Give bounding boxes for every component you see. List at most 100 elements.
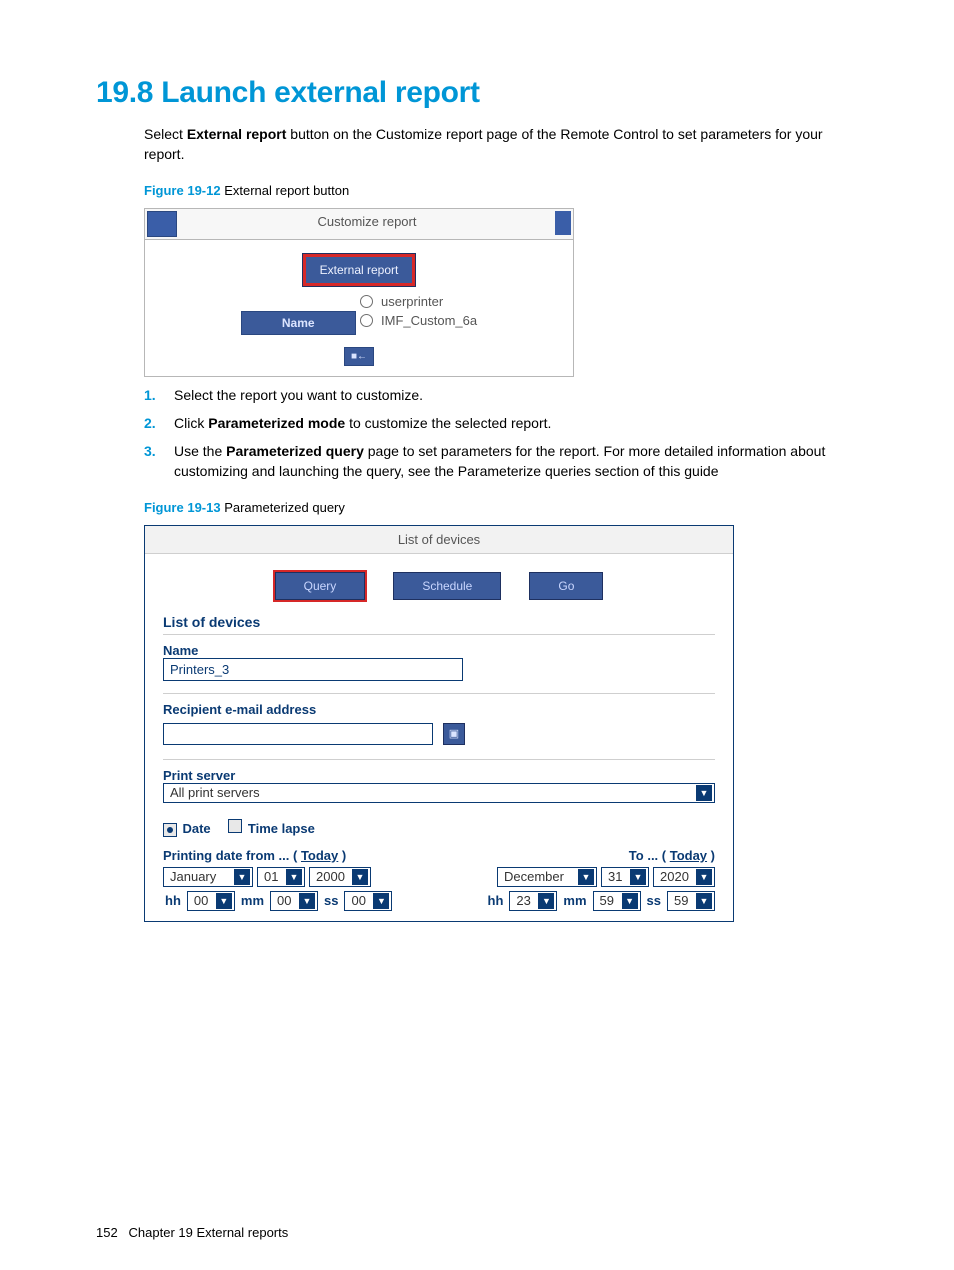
action-button-row: Query Schedule Go — [145, 572, 733, 600]
chevron-down-icon: ▼ — [234, 869, 250, 885]
to-ss-select[interactable]: 59 ▼ — [667, 891, 715, 911]
figure-number: Figure 19-13 — [144, 500, 221, 515]
name-label: Name — [163, 643, 715, 658]
list-of-devices-label: List of devices — [163, 614, 715, 630]
chevron-down-icon: ▼ — [578, 869, 594, 885]
chapter-label: Chapter 19 External reports — [129, 1225, 289, 1240]
step-bold: Parameterized query — [226, 443, 364, 459]
from-mm-value: 00 — [277, 893, 291, 908]
intro-pre: Select — [144, 126, 187, 142]
figure-number: Figure 19-12 — [144, 183, 221, 198]
print-server-value: All print servers — [170, 785, 260, 800]
to-hh-select[interactable]: 23▼ — [509, 891, 557, 911]
figure-caption-1: Figure 19-12 External report button — [144, 183, 858, 198]
step-pre: Click — [174, 415, 208, 431]
chevron-down-icon: ▼ — [622, 893, 638, 909]
from-year-value: 2000 — [316, 869, 345, 884]
figure-caption-2: Figure 19-13 Parameterized query — [144, 500, 858, 515]
go-button[interactable]: Go — [529, 572, 603, 600]
radio-icon[interactable] — [360, 295, 373, 308]
from-ss-select[interactable]: 00▼ — [344, 891, 392, 911]
to-month-select[interactable]: December ▼ — [497, 867, 597, 887]
from-mm-select[interactable]: 00 ▼ — [270, 891, 318, 911]
divider — [163, 759, 715, 760]
email-input[interactable] — [163, 723, 433, 745]
today-link[interactable]: Today — [670, 848, 707, 863]
to-mm-select[interactable]: 59 ▼ — [593, 891, 641, 911]
to-date-selects: December ▼ 31 ▼ 2020▼ — [486, 867, 715, 887]
date-radio-label: Date — [182, 821, 210, 836]
window-title: Customize report — [179, 209, 555, 239]
step-bold: Parameterized mode — [208, 415, 345, 431]
hh-label: hh — [165, 893, 181, 908]
chevron-down-icon: ▼ — [630, 869, 646, 885]
to-mm-value: 59 — [600, 893, 614, 908]
small-action-button[interactable]: ■← — [344, 347, 374, 366]
date-time-radio-group: Date Time lapse — [163, 819, 715, 838]
step-pre: Use the — [174, 443, 226, 459]
ss-label: ss — [324, 893, 338, 908]
email-row: ▣ — [163, 723, 715, 745]
date-range-row: Printing date from ... ( Today ) January… — [163, 848, 715, 911]
report-option-row[interactable]: userprinter — [360, 294, 477, 309]
date-radio[interactable] — [163, 823, 177, 837]
from-month-select[interactable]: January ▼ — [163, 867, 253, 887]
step-item: Select the report you want to customize. — [144, 385, 858, 405]
column-header-name: Name — [241, 311, 356, 335]
from-column: Printing date from ... ( Today ) January… — [163, 848, 392, 911]
figure-title: Parameterized query — [221, 500, 345, 515]
report-option-label: userprinter — [381, 294, 443, 309]
to-day-select[interactable]: 31 ▼ — [601, 867, 649, 887]
to-time-selects: hh 23▼ mm 59▼ ss 59▼ — [486, 891, 715, 911]
schedule-button[interactable]: Schedule — [393, 572, 501, 600]
from-hh-select[interactable]: 00▼ — [187, 891, 235, 911]
mm-label: mm — [241, 893, 264, 908]
from-label-prefix: Printing date from ... ( — [163, 848, 301, 863]
report-option-row[interactable]: IMF_Custom_6a — [360, 313, 477, 328]
address-book-icon[interactable]: ▣ — [443, 723, 465, 745]
screenshot-parameterized-query: List of devices Query Schedule Go List o… — [144, 525, 734, 922]
from-month-value: January — [170, 869, 216, 884]
step-item: Use the Parameterized query page to set … — [144, 441, 858, 482]
today-link[interactable]: Today — [301, 848, 338, 863]
to-month-value: December — [504, 869, 564, 884]
chevron-down-icon: ▼ — [299, 893, 315, 909]
report-option-label: IMF_Custom_6a — [381, 313, 477, 328]
from-time-selects: hh 00▼ mm 00▼ ss 00▼ — [163, 891, 392, 911]
to-label-prefix: To ... ( — [629, 848, 670, 863]
from-hh-value: 00 — [194, 893, 208, 908]
chevron-down-icon: ▼ — [696, 785, 712, 801]
print-server-select[interactable]: All print servers ▼ — [163, 783, 715, 803]
hh-label: hh — [488, 893, 504, 908]
from-year-select[interactable]: 2000 ▼ — [309, 867, 371, 887]
name-input[interactable]: Printers_3 — [163, 658, 463, 681]
report-radio-list: userprinter IMF_Custom_6a — [360, 290, 477, 332]
window-icon — [147, 211, 177, 237]
step-text: Select the report you want to customize. — [174, 387, 423, 403]
section-heading: 19.8 Launch external report — [96, 76, 858, 110]
chevron-down-icon: ▼ — [538, 893, 554, 909]
time-lapse-radio-label: Time lapse — [248, 821, 315, 836]
close-paren: ) — [707, 848, 715, 863]
time-lapse-radio[interactable] — [228, 819, 242, 833]
from-day-select[interactable]: 01▼ — [257, 867, 305, 887]
from-ss-value: 00 — [351, 893, 365, 908]
to-year-select[interactable]: 2020▼ — [653, 867, 715, 887]
to-year-value: 2020 — [660, 869, 689, 884]
page-footer: 152 Chapter 19 External reports — [96, 1225, 288, 1240]
window-edge-decor — [555, 211, 571, 235]
instruction-list: Select the report you want to customize.… — [96, 385, 858, 482]
to-day-value: 31 — [608, 869, 622, 884]
radio-icon[interactable] — [360, 314, 373, 327]
window-body: External report Name userprinter IMF_Cus… — [145, 240, 573, 376]
mm-label: mm — [563, 893, 586, 908]
query-button[interactable]: Query — [275, 572, 366, 600]
chevron-down-icon: ▼ — [352, 869, 368, 885]
chevron-down-icon: ▼ — [696, 893, 712, 909]
external-report-button[interactable]: External report — [303, 254, 416, 286]
intro-text: Select External report button on the Cus… — [144, 124, 858, 165]
figure-title: External report button — [221, 183, 350, 198]
email-label: Recipient e-mail address — [163, 702, 715, 717]
to-ss-value: 59 — [674, 893, 688, 908]
titlebar: Customize report — [145, 209, 573, 240]
